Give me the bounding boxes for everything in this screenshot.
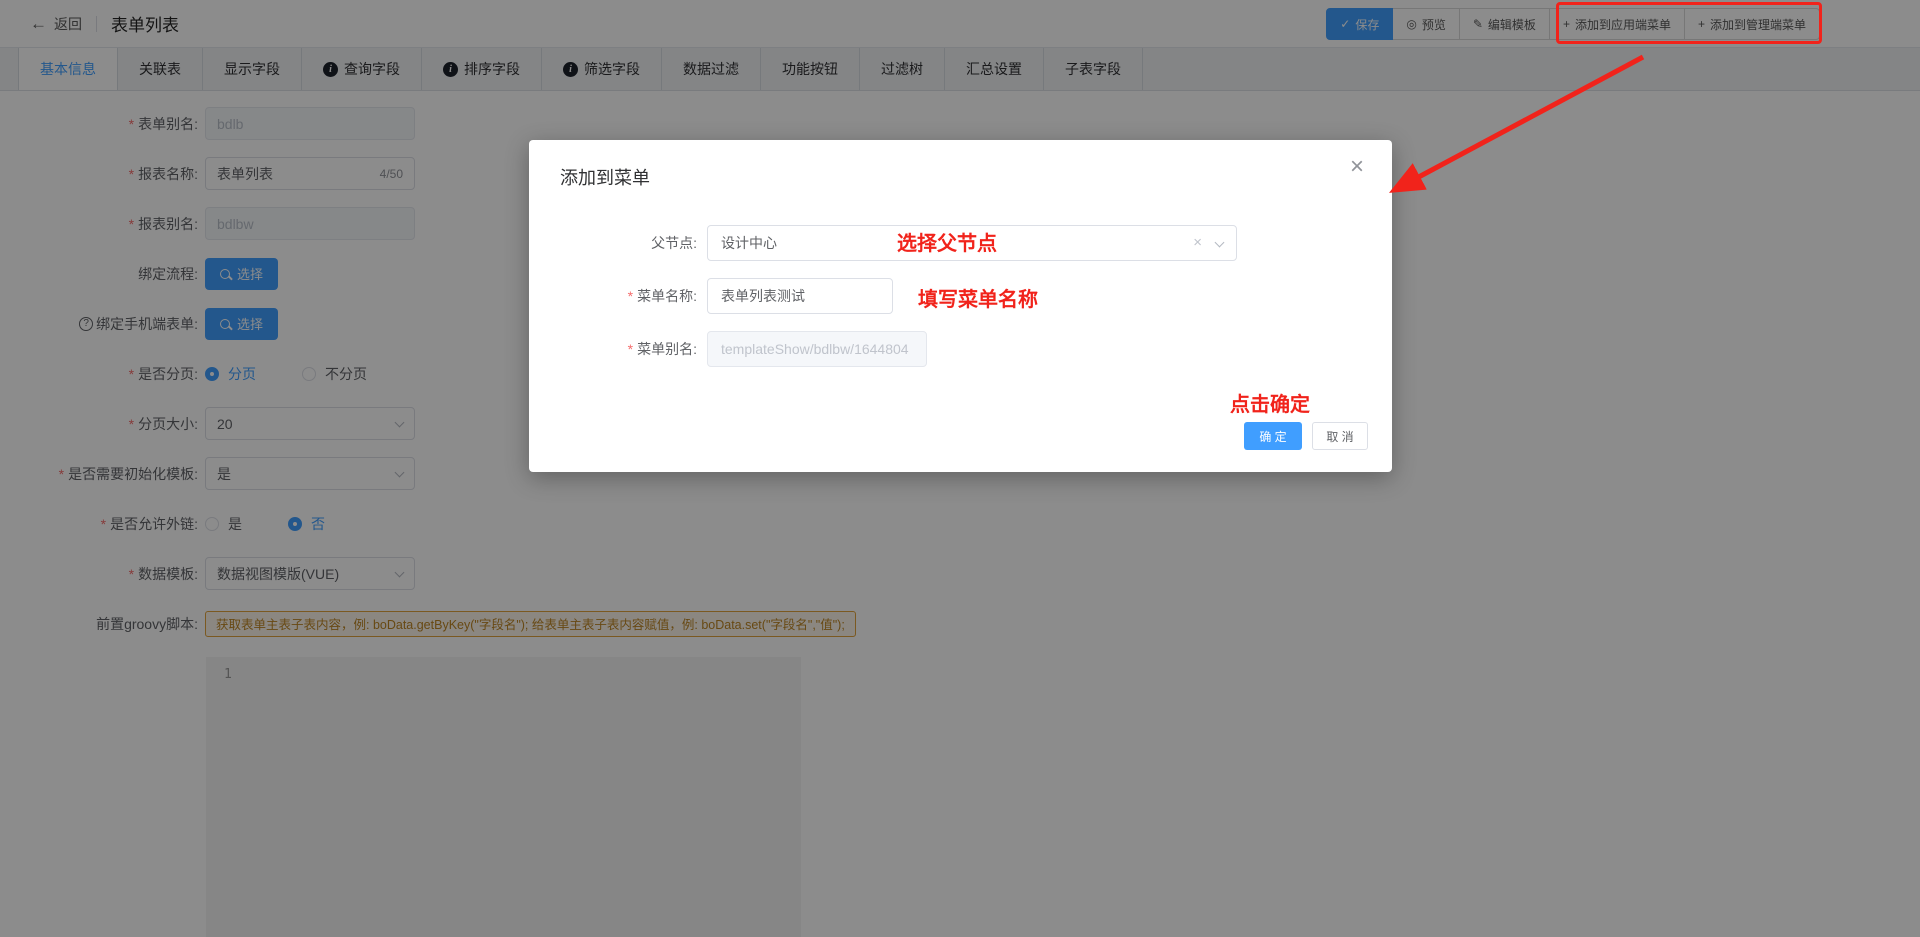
close-icon[interactable]: ×: [1344, 154, 1370, 180]
parent-node-select[interactable]: 设计中心 ×: [707, 225, 1237, 261]
modal-form: 父节点: 设计中心 × 菜单名称: 表单列表测试 菜单别名: templateS…: [529, 224, 1392, 383]
form-row: 菜单别名: templateShow/bdlbw/1644804: [529, 330, 1392, 367]
field-label: 菜单别名:: [529, 339, 707, 359]
chevron-down-icon: [1215, 237, 1225, 247]
clear-icon[interactable]: ×: [1193, 234, 1202, 251]
cancel-button[interactable]: 取 消: [1312, 422, 1368, 450]
form-row: 父节点: 设计中心 ×: [529, 224, 1392, 261]
modal-title: 添加到菜单: [560, 164, 650, 190]
field-label: 菜单名称:: [529, 286, 707, 306]
input-value: 表单列表测试: [721, 286, 805, 306]
modal-footer: 确 定 取 消: [1244, 422, 1368, 450]
form-row: 菜单名称: 表单列表测试: [529, 277, 1392, 314]
field-label: 父节点:: [529, 233, 707, 253]
confirm-button[interactable]: 确 定: [1244, 422, 1302, 450]
select-value: 设计中心: [721, 233, 777, 253]
menu-name-input[interactable]: 表单列表测试: [707, 278, 893, 314]
menu-alias-input[interactable]: templateShow/bdlbw/1644804: [707, 331, 927, 367]
input-value: templateShow/bdlbw/1644804: [721, 341, 909, 357]
add-to-menu-modal: 添加到菜单 × 父节点: 设计中心 × 菜单名称: 表单列表测试 菜单别名: t…: [529, 140, 1392, 472]
